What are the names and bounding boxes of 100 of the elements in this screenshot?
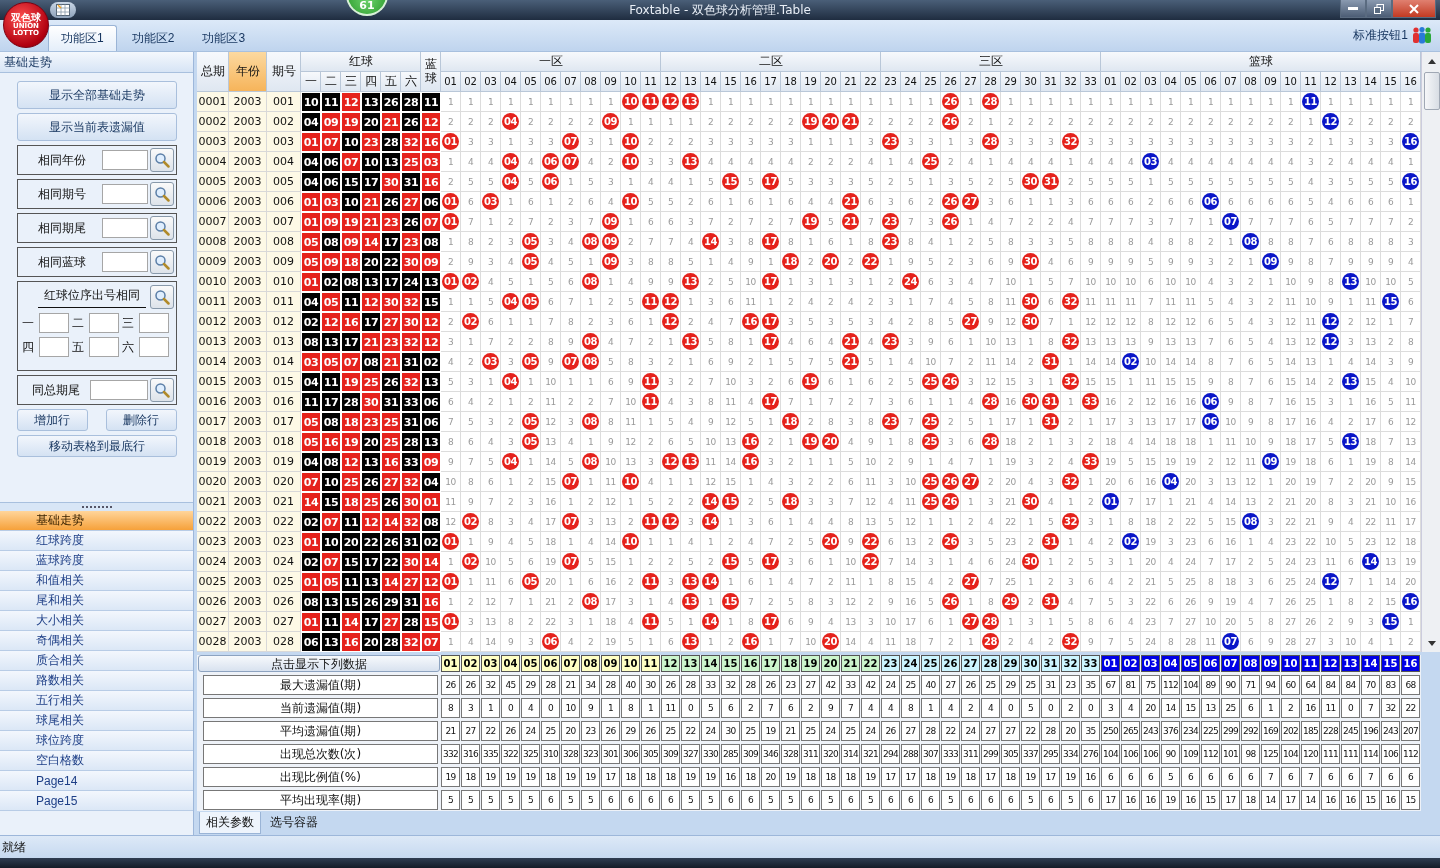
sidebar-item[interactable]: 蓝球跨度 [0, 551, 193, 571]
search-button[interactable] [149, 285, 174, 309]
input-field[interactable] [101, 184, 148, 204]
column-header[interactable]: 年份 [229, 52, 267, 92]
scroll-thumb[interactable] [1424, 72, 1440, 110]
omission-value: 11 [865, 476, 876, 487]
sidebar-item[interactable]: 五行相关 [0, 691, 193, 711]
bottom-tab[interactable]: 选号容器 [263, 812, 325, 834]
omission-value: 1 [1027, 416, 1034, 427]
stat-value: 24 [521, 721, 540, 741]
omission-value: 27 [1285, 616, 1296, 627]
sidebar-item[interactable]: 球位跨度 [0, 731, 193, 751]
minimize-button[interactable] [1340, 0, 1366, 18]
omission-value: 12 [1105, 316, 1116, 327]
sidebar-item[interactable]: 奇偶相关 [0, 631, 193, 651]
lookup-label: 相同年份 [36, 151, 87, 169]
sidebar-item[interactable]: 空白格数 [0, 751, 193, 771]
ribbon-tab[interactable]: 功能区2 [118, 25, 188, 51]
input-field[interactable] [101, 252, 148, 272]
sidebar-item[interactable]: 尾和相关 [0, 591, 193, 611]
omission-value: 3 [1027, 236, 1034, 247]
number-ball: 11 [642, 513, 659, 530]
omission-value: 7 [1107, 636, 1114, 647]
search-button[interactable] [149, 148, 174, 172]
omission-value: 2 [1087, 436, 1094, 447]
search-button[interactable] [149, 182, 174, 206]
search-button[interactable] [149, 216, 174, 240]
sidebar-item[interactable]: Page15 [0, 791, 193, 811]
omission-value: 18 [905, 636, 916, 647]
users-icon[interactable] [1412, 26, 1432, 44]
stat-value: 245 [1341, 721, 1360, 741]
input-field[interactable] [38, 313, 69, 333]
omission-value: 7 [1407, 316, 1414, 327]
sidebar-item[interactable]: 路数相关 [0, 671, 193, 691]
scrollbar[interactable] [1421, 52, 1440, 652]
splitter-grip[interactable] [0, 502, 193, 511]
sidebar-item[interactable]: 基础走势 [0, 511, 193, 531]
panel-button[interactable]: 删除行 [105, 409, 177, 431]
number-ball: 13 [682, 333, 699, 350]
panel-button[interactable]: 移动表格到最底行 [16, 435, 177, 457]
sidebar-item[interactable]: 和值相关 [0, 571, 193, 591]
restore-button[interactable] [1366, 0, 1392, 18]
input-field[interactable] [88, 313, 119, 333]
ribbon-tab[interactable]: 功能区3 [189, 25, 259, 51]
omission-value: 2 [607, 296, 614, 307]
stat-value: 243 [1141, 721, 1160, 741]
panel-button[interactable]: 增加行 [16, 409, 88, 431]
sidebar-item[interactable]: 球尾相关 [0, 711, 193, 731]
stat-value: 243 [1381, 721, 1400, 741]
stat-value: 2 [961, 698, 980, 718]
omission-value: 2 [1187, 116, 1194, 127]
input-field[interactable] [89, 380, 148, 400]
stat-value: 5 [481, 790, 500, 810]
omission-value: 18 [1005, 436, 1016, 447]
omission-value: 5 [987, 536, 994, 547]
row-label: 平均出现率(期) [203, 790, 438, 810]
omission-value: 19 [1165, 456, 1176, 467]
omission-value: 7 [887, 556, 894, 567]
omission-value: 12 [605, 496, 616, 507]
omission-value: 1 [707, 636, 714, 647]
show-data-button[interactable]: 点击显示下列数据 [198, 655, 440, 672]
omission-value: 1 [527, 596, 534, 607]
table-cell: 0015 [197, 372, 229, 392]
table-cell: 2003 [229, 232, 267, 252]
input-field[interactable] [138, 313, 169, 333]
omission-value: 2 [647, 336, 654, 347]
omission-value: 5 [1047, 516, 1054, 527]
column-header[interactable]: 期号 [267, 52, 301, 92]
number-ball: 08 [582, 453, 599, 470]
stat-value: 24 [701, 721, 720, 741]
omission-value: 1 [1047, 436, 1054, 447]
omission-value: 7 [1167, 616, 1174, 627]
omission-value: 1 [807, 236, 814, 247]
omission-value: 2 [927, 116, 934, 127]
sidebar-item[interactable]: 质合相关 [0, 651, 193, 671]
input-field[interactable] [101, 150, 148, 170]
input-field[interactable] [138, 337, 169, 357]
input-field[interactable] [88, 337, 119, 357]
scroll-down-icon[interactable] [1428, 640, 1436, 646]
ribbon-tab[interactable]: 功能区1 [48, 25, 117, 51]
panel-button[interactable]: 显示当前表遗漏值 [16, 113, 177, 141]
search-button[interactable] [149, 378, 174, 402]
stat-value: 5 [581, 790, 600, 810]
omission-value: 5 [587, 176, 594, 187]
column-header[interactable]: 总期 [197, 52, 229, 92]
quick-access-icon[interactable] [50, 2, 76, 18]
omission-value: 12 [1405, 416, 1416, 427]
scroll-up-icon[interactable] [1428, 58, 1436, 64]
panel-button[interactable]: 显示全部基础走势 [16, 81, 177, 109]
input-field[interactable] [38, 337, 69, 357]
bottom-tab[interactable]: 相关参数 [199, 812, 261, 834]
close-button[interactable] [1392, 0, 1436, 18]
column-header: 09 [601, 72, 621, 92]
omission-value: 8 [647, 256, 654, 267]
sidebar-item[interactable]: 红球跨度 [0, 531, 193, 551]
sidebar-item[interactable]: Page14 [0, 771, 193, 791]
input-field[interactable] [101, 218, 148, 238]
standard-button[interactable]: 标准按钮1 [1353, 26, 1408, 44]
sidebar-item[interactable]: 大小相关 [0, 611, 193, 631]
search-button[interactable] [149, 250, 174, 274]
